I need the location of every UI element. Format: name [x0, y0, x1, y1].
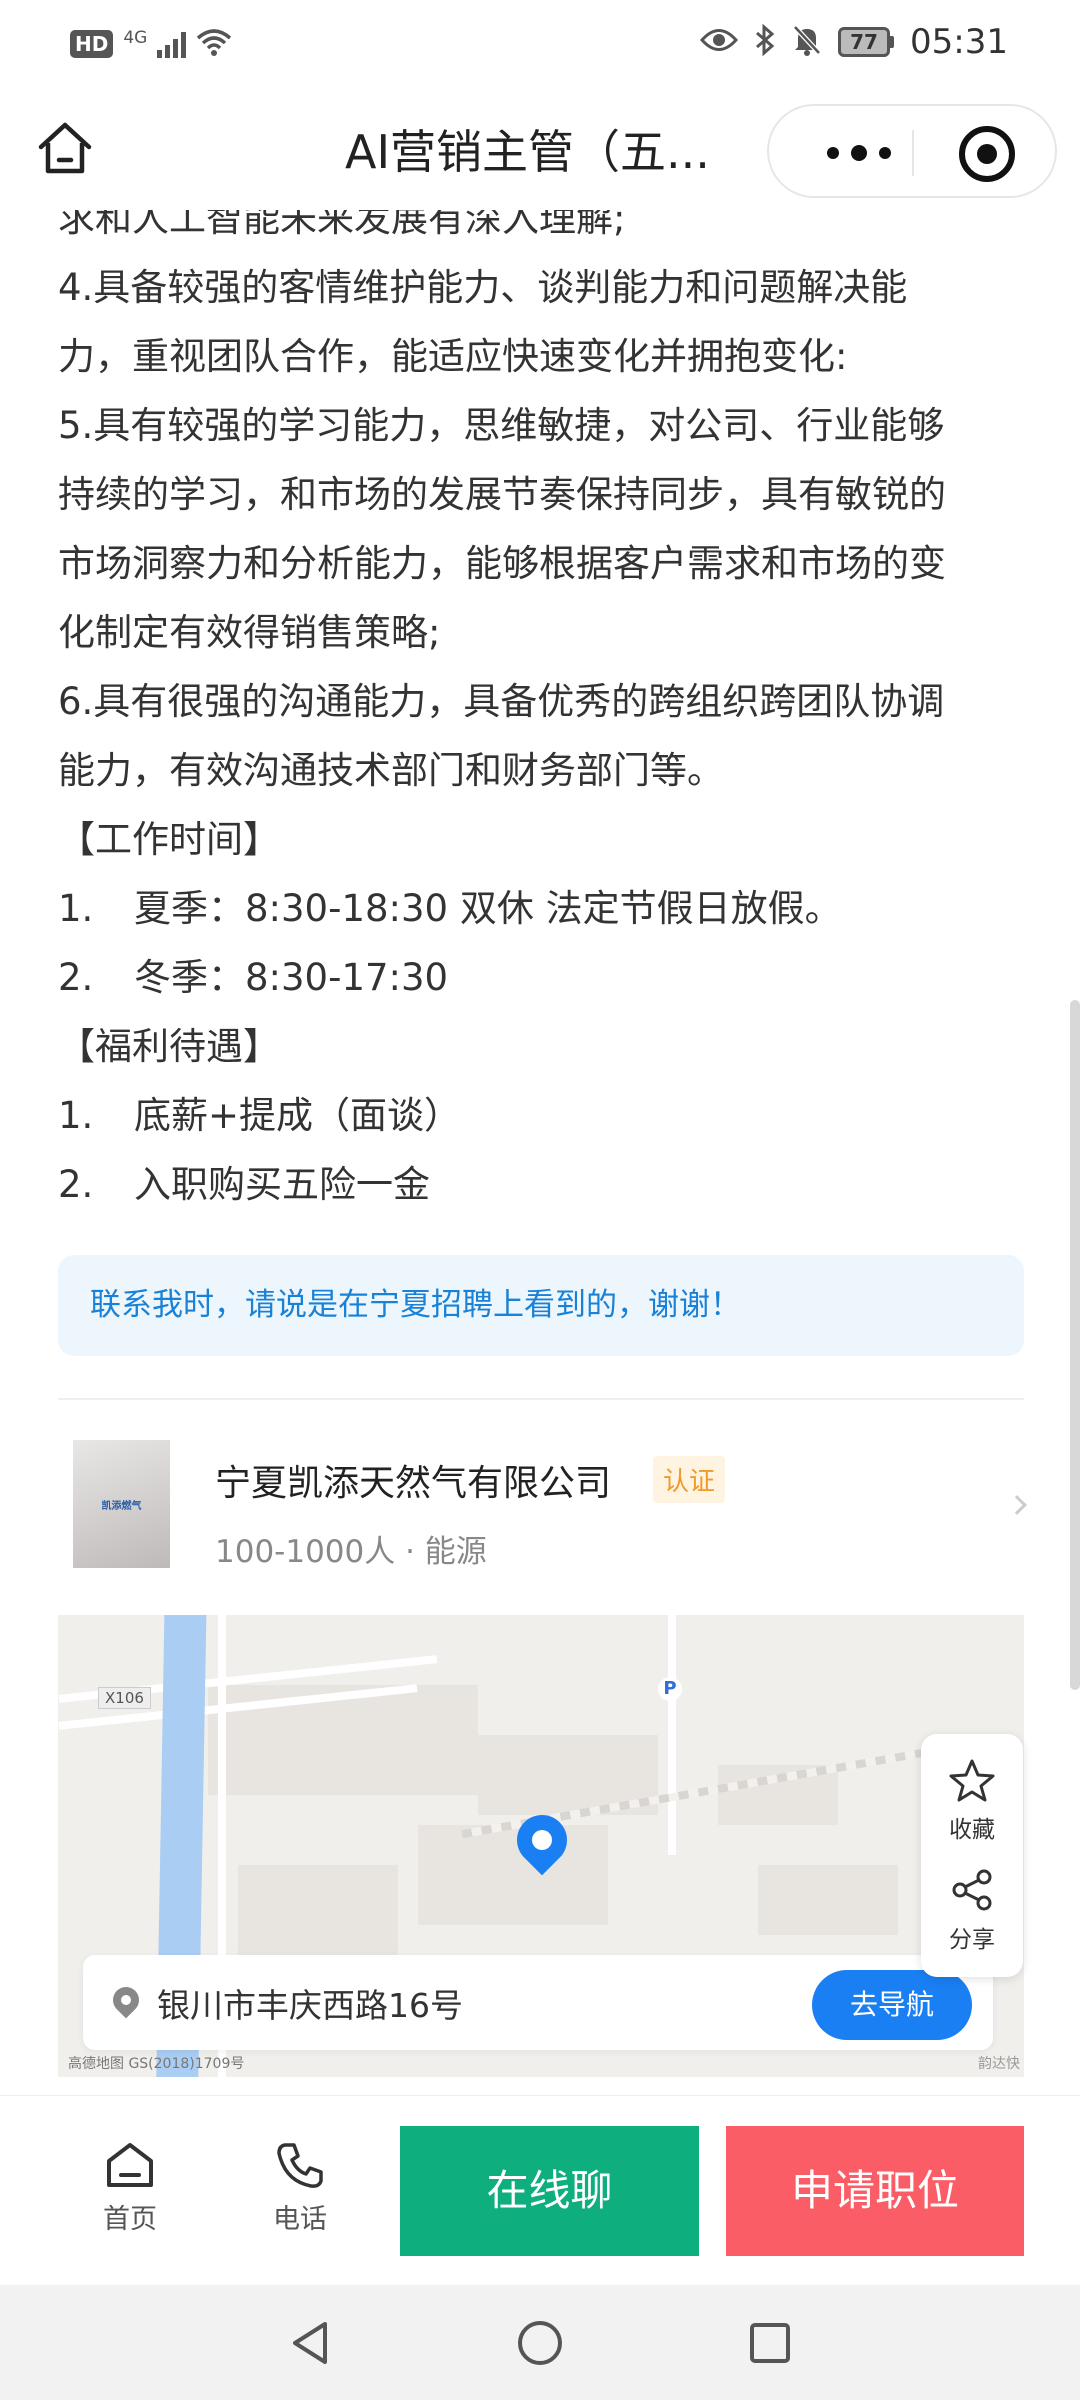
clock: 05:31 [910, 22, 1008, 62]
work-time-item: 2. 冬季：8:30-17:30 [58, 956, 449, 999]
more-button[interactable] [814, 136, 904, 170]
home-button[interactable] [30, 116, 100, 186]
wifi-icon [196, 28, 232, 60]
recents-button[interactable] [740, 2315, 800, 2375]
navigate-button[interactable]: 去导航 [812, 1970, 972, 2040]
map-watermark: 高德地图 GS(2018)1709号 [68, 2056, 245, 2072]
contact-tip: 联系我时，请说是在宁夏招聘上看到的，谢谢！ [58, 1255, 1024, 1356]
desc-line: 化制定有效得销售策略; [58, 611, 441, 654]
close-miniprogram-button[interactable] [959, 126, 1015, 182]
desc-line: 持续的学习，和市场的发展节奏保持同步，具有敏锐的 [58, 473, 946, 516]
star-icon [949, 1759, 995, 1806]
company-card[interactable]: 凯添燃气 宁夏凯添天然气有限公司 认证 100-1000人 · 能源 [58, 1440, 1027, 1610]
tab-home[interactable]: 首页 [70, 2141, 190, 2236]
favorite-button[interactable]: 收藏 [921, 1758, 1023, 1844]
address-card: 银川市丰庆西路16号 去导航 [83, 1955, 993, 2050]
battery-icon: 77 [838, 27, 895, 57]
favorite-label: 收藏 [949, 1817, 995, 1843]
benefit-item: 1. 底薪+提成（面谈） [58, 1094, 462, 1137]
scrollbar[interactable] [1070, 1000, 1080, 1690]
share-icon [950, 1869, 994, 1916]
desc-line: 5.具有较强的学习能力，思维敏捷，对公司、行业能够 [58, 404, 945, 447]
desc-line: 市场洞察力和分析能力，能够根据客户需求和市场的变 [58, 542, 946, 585]
battery-level: 77 [838, 27, 891, 57]
capsule-divider [912, 130, 914, 176]
section-divider [58, 1398, 1024, 1400]
home-icon [36, 121, 94, 181]
home-system-button[interactable] [510, 2315, 570, 2375]
address-text: 银川市丰庆西路16号 [157, 1986, 463, 2025]
desc-line: 4.具备较强的客情维护能力、谈判能力和问题解决能 [58, 266, 908, 309]
work-time-header: 【工作时间】 [58, 818, 280, 861]
share-label: 分享 [949, 1927, 995, 1953]
share-button[interactable]: 分享 [921, 1868, 1023, 1954]
verified-badge: 认证 [653, 1456, 726, 1503]
recents-square-icon [745, 2318, 795, 2372]
chevron-right-icon [1007, 1495, 1027, 1515]
map-watermark-right: 韵达快 [978, 2056, 1020, 2072]
network-type-label: 4G [123, 28, 148, 48]
system-nav-bar [0, 2285, 1080, 2400]
miniprogram-capsule [767, 104, 1057, 198]
desc-line: 6.具有很强的沟通能力，具备优秀的跨组织跨团队协调 [58, 680, 945, 723]
company-logo: 凯添燃气 [73, 1440, 170, 1568]
tab-phone[interactable]: 电话 [240, 2141, 360, 2236]
company-meta: 100-1000人 · 能源 [215, 1534, 487, 1570]
floating-action-panel: 收藏 分享 [921, 1734, 1023, 1977]
home-tab-icon [105, 2143, 155, 2193]
tab-phone-label: 电话 [273, 2204, 327, 2235]
work-time-item: 1. 夏季：8:30-18:30 双休 法定节假日放假。 [58, 887, 842, 930]
hd-icon: HD [70, 30, 114, 58]
back-triangle-icon [285, 2318, 335, 2372]
eye-icon [700, 27, 739, 57]
nav-bar: AI营销主管（五... [0, 92, 1080, 210]
road-code-label: X106 [98, 1687, 151, 1709]
desc-line: 能力，有效沟通技术部门和财务部门等。 [58, 749, 724, 792]
location-map[interactable]: X106 P 银川市丰庆西路16号 去导航 高德地图 GS(2018)1709号… [58, 1615, 1024, 2077]
phone-icon [275, 2143, 325, 2193]
apply-job-button[interactable]: 申请职位 [726, 2126, 1024, 2256]
benefit-item: 2. 入职购买五险一金 [58, 1163, 430, 1206]
bluetooth-icon [754, 23, 776, 60]
company-logo-text: 凯添燃气 [101, 1500, 142, 1512]
mute-bell-icon [792, 24, 822, 60]
bottom-action-bar: 首页 电话 在线聊 申请职位 [0, 2095, 1080, 2285]
desc-line: 力，重视团队合作，能适应快速变化并拥抱变化: [58, 335, 848, 378]
status-left: HD 4G [70, 28, 232, 60]
parking-icon: P [658, 1677, 682, 1701]
desc-line: 求和人工智能未来发展有深入理解; [58, 210, 626, 240]
home-circle-icon [515, 2318, 565, 2372]
tab-home-label: 首页 [103, 2204, 157, 2235]
back-button[interactable] [280, 2315, 340, 2375]
status-bar: HD 4G 77 05:31 [0, 0, 1080, 92]
job-detail-content[interactable]: 求和人工智能未来发展有深入理解; 4.具备较强的客情维护能力、谈判能力和问题解决… [0, 210, 1080, 2095]
company-name: 宁夏凯添天然气有限公司 [215, 1463, 612, 1504]
signal-icon [157, 30, 187, 58]
benefits-header: 【福利待遇】 [58, 1025, 280, 1068]
online-chat-button[interactable]: 在线聊 [400, 2126, 699, 2256]
page-title: AI营销主管（五... [345, 125, 710, 179]
status-right: 77 05:31 [700, 22, 1008, 62]
job-description: 求和人工智能未来发展有深入理解; 4.具备较强的客情维护能力、谈判能力和问题解决… [58, 210, 1038, 1219]
location-icon [107, 1981, 145, 2019]
